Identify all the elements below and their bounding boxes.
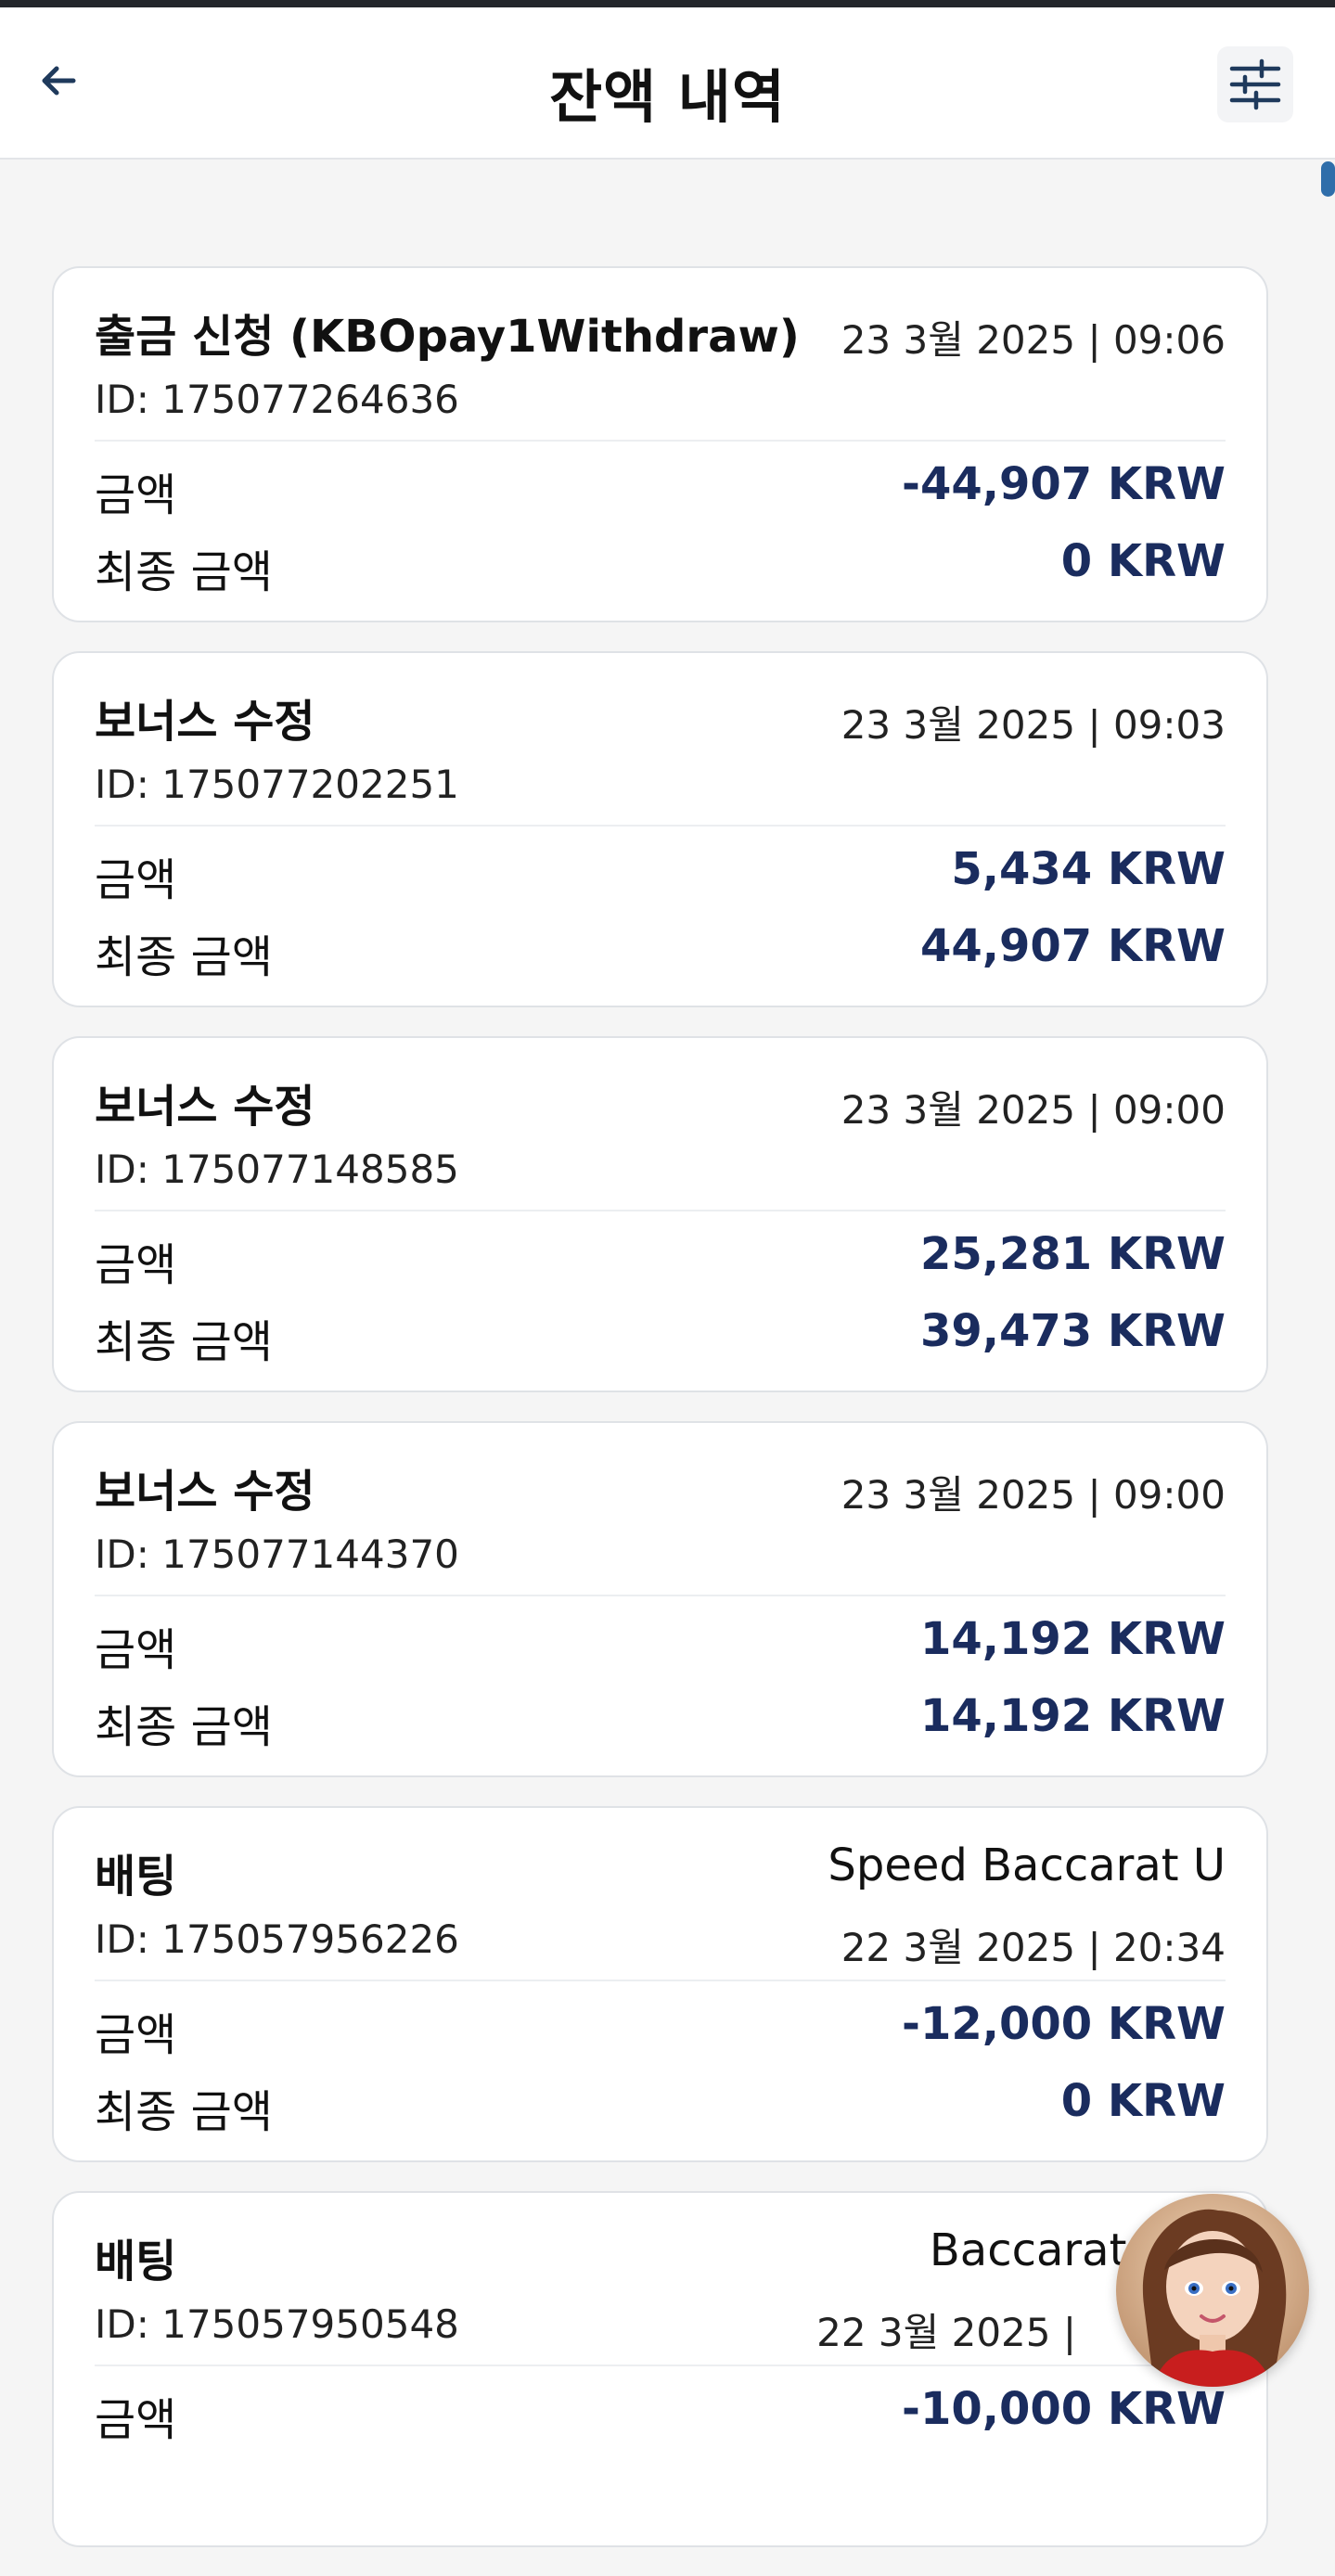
transaction-card[interactable]: 보너스 수정 23 3월 2025 | 09:00 ID: 1750771485… xyxy=(52,1036,1268,1392)
transaction-card[interactable]: 보너스 수정 23 3월 2025 | 09:03 ID: 1750772022… xyxy=(52,651,1268,1007)
amount-label: 금액 xyxy=(95,1239,177,1291)
final-amount-value: 39,473 KRW xyxy=(919,1305,1226,1357)
transaction-card[interactable]: 보너스 수정 23 3월 2025 | 09:00 ID: 1750771443… xyxy=(52,1421,1268,1777)
transaction-datetime: 23 3월 2025 | 09:00 xyxy=(841,1472,1226,1518)
amount-label: 금액 xyxy=(95,2009,177,2061)
transaction-id: ID: 175057956226 xyxy=(95,1916,459,1962)
transaction-id: ID: 175077148585 xyxy=(95,1147,459,1192)
transaction-id: ID: 175077144370 xyxy=(95,1532,459,1577)
transaction-datetime: 22 3월 2025 | xyxy=(816,2310,1076,2355)
transaction-card[interactable]: 배팅 Speed Baccarat U ID: 175057956226 22 … xyxy=(52,1806,1268,2162)
transaction-id: ID: 175057950548 xyxy=(95,2301,459,2347)
final-amount-label: 최종 금액 xyxy=(95,1701,273,1753)
divider xyxy=(95,440,1226,442)
transaction-title: 배팅 xyxy=(95,1851,177,1903)
amount-label: 금액 xyxy=(95,469,177,521)
transaction-title: 보너스 수정 xyxy=(95,1466,315,1518)
transaction-title: 출금 신청 (KBOpay1Withdraw) xyxy=(95,311,800,363)
final-amount-value: 14,192 KRW xyxy=(919,1690,1226,1742)
filter-button[interactable] xyxy=(1217,46,1293,122)
divider xyxy=(95,2365,1226,2366)
amount-value: 25,281 KRW xyxy=(919,1228,1226,1280)
scrollbar-thumb[interactable] xyxy=(1321,161,1335,197)
transaction-datetime: 23 3월 2025 | 09:00 xyxy=(841,1087,1226,1133)
amount-value: -44,907 KRW xyxy=(902,458,1226,510)
divider xyxy=(95,1595,1226,1596)
transaction-title: 배팅 xyxy=(95,2236,177,2288)
amount-value: -12,000 KRW xyxy=(902,1998,1226,2050)
transaction-card[interactable]: 출금 신청 (KBOpay1Withdraw) 23 3월 2025 | 09:… xyxy=(52,266,1268,622)
final-amount-label: 최종 금액 xyxy=(95,2086,273,2138)
transaction-game: Speed Baccarat U xyxy=(828,1839,1226,1891)
transaction-title: 보너스 수정 xyxy=(95,1081,315,1133)
sliders-icon xyxy=(1229,58,1281,110)
final-amount-value: 0 KRW xyxy=(1060,2075,1226,2127)
app-header: 잔액 내역 xyxy=(0,7,1335,160)
transaction-title: 보너스 수정 xyxy=(95,696,315,748)
assistant-avatar-icon xyxy=(1116,2194,1309,2387)
amount-label: 금액 xyxy=(95,854,177,906)
page-title: 잔액 내역 xyxy=(549,63,786,131)
divider xyxy=(95,825,1226,827)
amount-label: 금액 xyxy=(95,2394,177,2446)
final-amount-label: 최종 금액 xyxy=(95,546,273,598)
transaction-datetime: 23 3월 2025 | 09:06 xyxy=(841,317,1226,363)
amount-value: 14,192 KRW xyxy=(919,1613,1226,1665)
transaction-id: ID: 175077264636 xyxy=(95,377,459,422)
transaction-id: ID: 175077202251 xyxy=(95,762,459,807)
amount-value: 5,434 KRW xyxy=(951,843,1226,895)
amount-value: -10,000 KRW xyxy=(902,2383,1226,2435)
final-amount-label: 최종 금액 xyxy=(95,1316,273,1368)
transaction-card[interactable]: 배팅 Baccarat Squ ID: 175057950548 22 3월 2… xyxy=(52,2191,1268,2547)
divider xyxy=(95,1210,1226,1211)
assistant-avatar[interactable] xyxy=(1116,2194,1309,2387)
transaction-datetime: 23 3월 2025 | 09:03 xyxy=(841,702,1226,748)
final-amount-value: 0 KRW xyxy=(1060,535,1226,587)
amount-label: 금액 xyxy=(95,1624,177,1676)
divider xyxy=(95,1980,1226,1981)
transaction-datetime: 22 3월 2025 | 20:34 xyxy=(841,1925,1226,1970)
transaction-list: 출금 신청 (KBOpay1Withdraw) 23 3월 2025 | 09:… xyxy=(52,266,1268,2576)
status-bar-edge xyxy=(0,0,1335,7)
final-amount-label: 최종 금액 xyxy=(95,931,273,983)
final-amount-value: 44,907 KRW xyxy=(919,920,1226,972)
